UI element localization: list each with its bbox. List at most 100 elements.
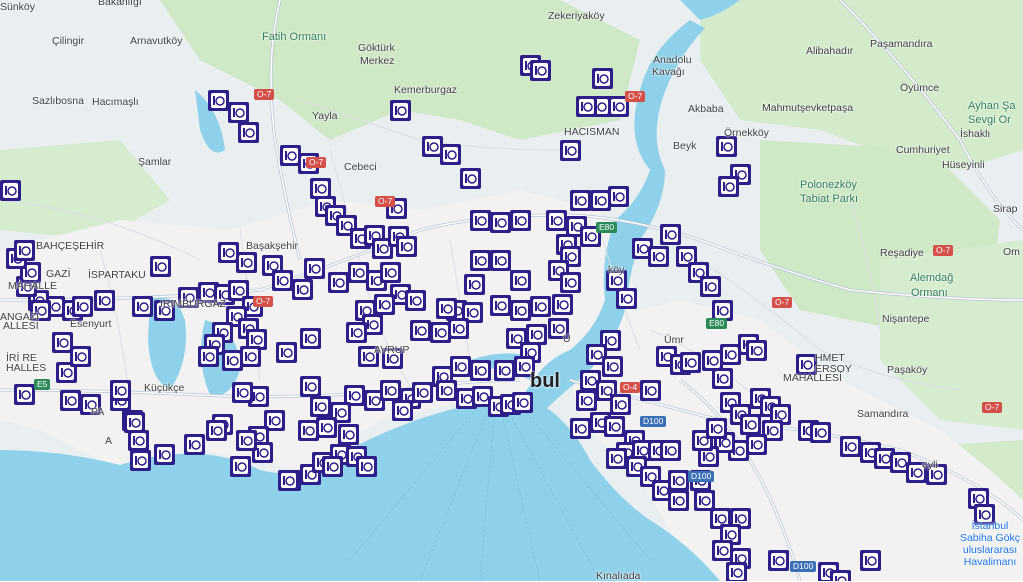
speed-camera-icon[interactable]	[374, 294, 395, 315]
speed-camera-icon[interactable]	[716, 136, 737, 157]
speed-camera-icon[interactable]	[546, 210, 567, 231]
speed-camera-icon[interactable]	[490, 250, 511, 271]
speed-camera-icon[interactable]	[236, 430, 257, 451]
speed-camera-icon[interactable]	[422, 136, 443, 157]
speed-camera-icon[interactable]	[130, 450, 151, 471]
speed-camera-icon[interactable]	[436, 380, 457, 401]
speed-camera-icon[interactable]	[272, 270, 293, 291]
speed-camera-icon[interactable]	[694, 490, 715, 511]
speed-camera-icon[interactable]	[14, 384, 35, 405]
speed-camera-icon[interactable]	[300, 376, 321, 397]
speed-camera-icon[interactable]	[218, 242, 239, 263]
speed-camera-icon[interactable]	[440, 144, 461, 165]
speed-camera-icon[interactable]	[590, 190, 611, 211]
speed-camera-icon[interactable]	[610, 394, 631, 415]
speed-camera-icon[interactable]	[490, 295, 511, 316]
speed-camera-icon[interactable]	[346, 322, 367, 343]
speed-camera-icon[interactable]	[132, 296, 153, 317]
speed-camera-icon[interactable]	[712, 368, 733, 389]
speed-camera-icon[interactable]	[236, 252, 257, 273]
speed-camera-icon[interactable]	[450, 356, 471, 377]
speed-camera-icon[interactable]	[570, 190, 591, 211]
speed-camera-icon[interactable]	[718, 176, 739, 197]
speed-camera-icon[interactable]	[300, 328, 321, 349]
speed-camera-icon[interactable]	[702, 350, 723, 371]
speed-camera-icon[interactable]	[810, 422, 831, 443]
speed-camera-icon[interactable]	[310, 396, 331, 417]
speed-camera-icon[interactable]	[60, 390, 81, 411]
speed-camera-icon[interactable]	[348, 262, 369, 283]
speed-camera-icon[interactable]	[278, 470, 299, 491]
speed-camera-icon[interactable]	[602, 356, 623, 377]
speed-camera-icon[interactable]	[222, 350, 243, 371]
speed-camera-icon[interactable]	[840, 436, 861, 457]
speed-camera-icon[interactable]	[356, 456, 377, 477]
speed-camera-icon[interactable]	[530, 296, 551, 317]
speed-camera-icon[interactable]	[668, 490, 689, 511]
speed-camera-icon[interactable]	[726, 562, 747, 581]
speed-camera-icon[interactable]	[70, 346, 91, 367]
speed-camera-icon[interactable]	[560, 140, 581, 161]
speed-camera-icon[interactable]	[230, 456, 251, 477]
speed-camera-icon[interactable]	[328, 272, 349, 293]
speed-camera-icon[interactable]	[198, 346, 219, 367]
speed-camera-icon[interactable]	[228, 102, 249, 123]
speed-camera-icon[interactable]	[380, 380, 401, 401]
speed-camera-icon[interactable]	[668, 470, 689, 491]
speed-camera-icon[interactable]	[660, 440, 681, 461]
speed-camera-icon[interactable]	[14, 240, 35, 261]
speed-camera-icon[interactable]	[860, 550, 881, 571]
speed-camera-icon[interactable]	[510, 210, 531, 231]
speed-camera-icon[interactable]	[448, 318, 469, 339]
speed-camera-icon[interactable]	[700, 276, 721, 297]
speed-camera-icon[interactable]	[310, 178, 331, 199]
speed-camera-icon[interactable]	[660, 224, 681, 245]
speed-camera-icon[interactable]	[150, 256, 171, 277]
speed-camera-icon[interactable]	[208, 90, 229, 111]
speed-camera-icon[interactable]	[464, 274, 485, 295]
speed-camera-icon[interactable]	[184, 434, 205, 455]
speed-camera-icon[interactable]	[128, 430, 149, 451]
speed-camera-icon[interactable]	[616, 288, 637, 309]
speed-camera-icon[interactable]	[490, 212, 511, 233]
speed-camera-icon[interactable]	[830, 570, 851, 581]
speed-camera-icon[interactable]	[412, 382, 433, 403]
speed-camera-icon[interactable]	[94, 290, 115, 311]
speed-camera-icon[interactable]	[640, 380, 661, 401]
speed-camera-icon[interactable]	[72, 296, 93, 317]
speed-camera-icon[interactable]	[576, 390, 597, 411]
speed-camera-icon[interactable]	[768, 550, 789, 571]
speed-camera-icon[interactable]	[570, 418, 591, 439]
speed-camera-icon[interactable]	[460, 168, 481, 189]
speed-camera-icon[interactable]	[280, 145, 301, 166]
speed-camera-icon[interactable]	[52, 332, 73, 353]
speed-camera-icon[interactable]	[396, 236, 417, 257]
speed-camera-icon[interactable]	[430, 322, 451, 343]
speed-camera-icon[interactable]	[608, 186, 629, 207]
speed-camera-icon[interactable]	[606, 448, 627, 469]
speed-camera-icon[interactable]	[530, 60, 551, 81]
speed-camera-icon[interactable]	[240, 346, 261, 367]
speed-camera-icon[interactable]	[110, 380, 131, 401]
speed-camera-icon[interactable]	[510, 270, 531, 291]
speed-camera-icon[interactable]	[380, 262, 401, 283]
speed-camera-icon[interactable]	[124, 412, 145, 433]
speed-camera-icon[interactable]	[206, 420, 227, 441]
speed-camera-icon[interactable]	[720, 344, 741, 365]
speed-camera-icon[interactable]	[552, 294, 573, 315]
speed-camera-icon[interactable]	[740, 414, 761, 435]
speed-camera-icon[interactable]	[392, 400, 413, 421]
speed-camera-icon[interactable]	[322, 456, 343, 477]
speed-camera-icon[interactable]	[276, 342, 297, 363]
speed-camera-icon[interactable]	[680, 352, 701, 373]
speed-camera-icon[interactable]	[316, 417, 337, 438]
speed-camera-icon[interactable]	[470, 360, 491, 381]
speed-camera-icon[interactable]	[526, 324, 547, 345]
speed-camera-icon[interactable]	[512, 392, 533, 413]
speed-camera-icon[interactable]	[298, 420, 319, 441]
speed-camera-icon[interactable]	[232, 382, 253, 403]
speed-camera-icon[interactable]	[746, 434, 767, 455]
speed-camera-icon[interactable]	[338, 424, 359, 445]
speed-camera-icon[interactable]	[292, 279, 313, 300]
speed-camera-icon[interactable]	[706, 418, 727, 439]
